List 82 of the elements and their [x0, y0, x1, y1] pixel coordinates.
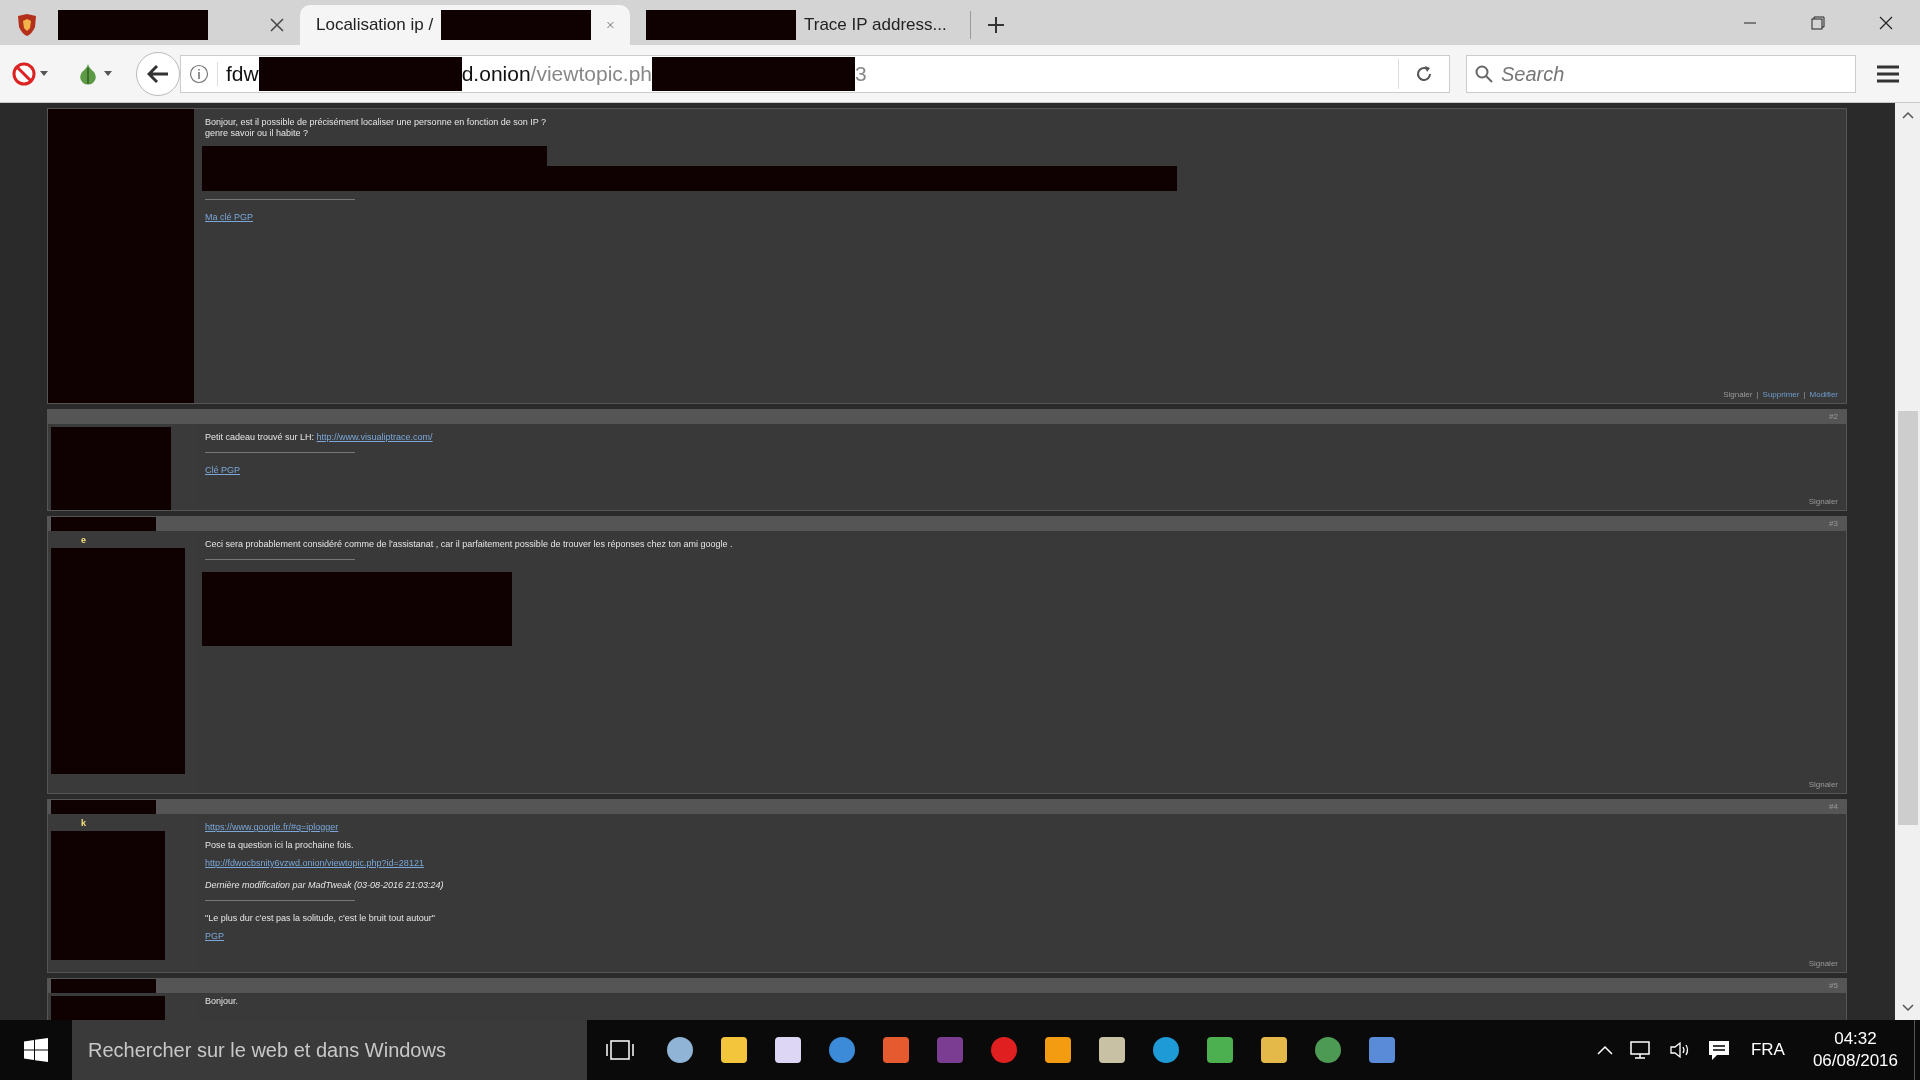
- app-tile-icon[interactable]: [664, 1034, 696, 1066]
- post-text: Petit cadeau trouvé sur LH: http://www.visualiptrace.com/: [205, 432, 434, 443]
- tab-title: Trace IP address...: [804, 14, 947, 37]
- restore-icon[interactable]: [1811, 15, 1825, 30]
- clock[interactable]: 04:32 06/08/2016: [1812, 1028, 1898, 1072]
- tab-title: Localisation ip /: [316, 14, 434, 37]
- info-icon[interactable]: [189, 63, 209, 84]
- shield-logo-icon: [16, 13, 38, 37]
- clock-date: 06/08/2016: [1812, 1050, 1898, 1072]
- post-number: #5: [1829, 980, 1839, 992]
- search-field[interactable]: Search: [1466, 54, 1856, 93]
- back-button[interactable]: [136, 51, 180, 96]
- speaker-icon[interactable]: [1668, 1040, 1691, 1060]
- app-tile-icon[interactable]: [1150, 1034, 1182, 1066]
- url-text: 3: [855, 60, 867, 87]
- link[interactable]: PGP: [205, 931, 224, 942]
- back-arrow-icon: [147, 63, 169, 84]
- post-action-link[interactable]: Signaler: [1808, 958, 1838, 969]
- app-tile-icon[interactable]: [1258, 1034, 1290, 1066]
- language-indicator[interactable]: FRA: [1750, 1037, 1785, 1063]
- taskbar-search-field[interactable]: Rechercher sur le web et dans Windows: [72, 1020, 587, 1080]
- separator: |: [1803, 389, 1806, 400]
- caret-icon: [104, 71, 112, 76]
- app-tile-icon[interactable]: [772, 1034, 804, 1066]
- search-icon: [1475, 64, 1493, 83]
- close-icon[interactable]: [1879, 15, 1893, 30]
- search-input[interactable]: Search: [1501, 58, 1847, 89]
- search-placeholder: Rechercher sur le web et dans Windows: [88, 1038, 446, 1063]
- post-text: Bonjour.: [205, 996, 240, 1007]
- link[interactable]: Clé PGP: [205, 465, 240, 476]
- browser-tab[interactable]: Trace IP address...: [630, 5, 970, 45]
- chevron-up-icon[interactable]: [1596, 1045, 1613, 1055]
- app-tile-icon[interactable]: [826, 1034, 858, 1066]
- link[interactable]: http://fdwocbsnity6vzwd.onion/viewtopic.php?id=28121: [205, 858, 424, 869]
- post-number: #4: [1829, 801, 1839, 813]
- network-icon[interactable]: [1628, 1040, 1653, 1060]
- edit-note: Dernière modification par MadTweak (03-08-2016 21:03:24): [205, 880, 445, 891]
- url-text: fdw: [226, 60, 259, 87]
- post-text: Pose ta question ici la prochaine fois.: [205, 840, 355, 851]
- menu-icon[interactable]: [1876, 63, 1900, 84]
- separator: |: [1756, 389, 1759, 400]
- app-tile-icon[interactable]: [718, 1034, 750, 1066]
- post-action-link[interactable]: Signaler: [1808, 779, 1838, 790]
- url-text: /viewtopic.ph: [530, 60, 652, 87]
- url-text: d.onion: [461, 60, 531, 87]
- link[interactable]: Ma clé PGP: [205, 212, 253, 223]
- post-action-link[interactable]: Supprimer: [1762, 389, 1800, 400]
- new-tab-icon[interactable]: [987, 16, 1005, 34]
- post-action-link[interactable]: Signaler: [1808, 496, 1838, 507]
- post-action-link[interactable]: Modifier: [1809, 389, 1838, 400]
- browser-tab[interactable]: Localisation ip /: [300, 5, 630, 45]
- app-tile-icon[interactable]: [1204, 1034, 1236, 1066]
- link[interactable]: https://www.google.fr/#q=iplogger: [205, 822, 339, 833]
- scroll-down-icon[interactable]: [1901, 1004, 1914, 1012]
- username: k: [80, 817, 86, 830]
- post-text: "Le plus dur c'est pas la solitude, c'est le bruit tout autour": [205, 913, 436, 924]
- username: e: [80, 534, 86, 547]
- link[interactable]: http://www.visualiptrace.com/: [316, 432, 433, 442]
- scroll-up-icon[interactable]: [1901, 111, 1914, 119]
- reload-icon[interactable]: [1415, 64, 1433, 83]
- windows-logo-icon[interactable]: [24, 1038, 48, 1062]
- scrollbar[interactable]: [1895, 103, 1920, 1020]
- task-view-icon[interactable]: [605, 1038, 635, 1062]
- app-tile-icon[interactable]: [1366, 1034, 1398, 1066]
- app-tile-icon[interactable]: [1312, 1034, 1344, 1066]
- scrollbar-thumb[interactable]: [1897, 411, 1918, 825]
- caret-icon: [40, 71, 48, 76]
- post-text: Ceci sera probablement considéré comme de l'assistanat , car il parfaitement possible de trouver les réponses chez ton ami google .: [205, 539, 734, 550]
- prohibited-sign-icon: [12, 61, 36, 86]
- app-tile-icon[interactable]: [880, 1034, 912, 1066]
- clock-time: 04:32: [1834, 1028, 1877, 1050]
- notification-icon[interactable]: [1706, 1039, 1731, 1061]
- close-icon[interactable]: [270, 18, 284, 32]
- address-bar[interactable]: fdw d.onion/viewtopic.ph 3: [180, 54, 1450, 93]
- app-tile-icon[interactable]: [1096, 1034, 1128, 1066]
- post-action-link[interactable]: Signaler: [1723, 389, 1753, 400]
- app-tile-icon[interactable]: [988, 1034, 1020, 1066]
- script-blocker-button[interactable]: [12, 61, 48, 86]
- post-number: #2: [1829, 411, 1839, 423]
- post-text: Bonjour, est il possible de précisément localiser une personne en fonction de son IP ? genre savoir ou il habite ?: [205, 117, 548, 139]
- app-tile-icon[interactable]: [1042, 1034, 1074, 1066]
- app-tile-icon[interactable]: [934, 1034, 966, 1066]
